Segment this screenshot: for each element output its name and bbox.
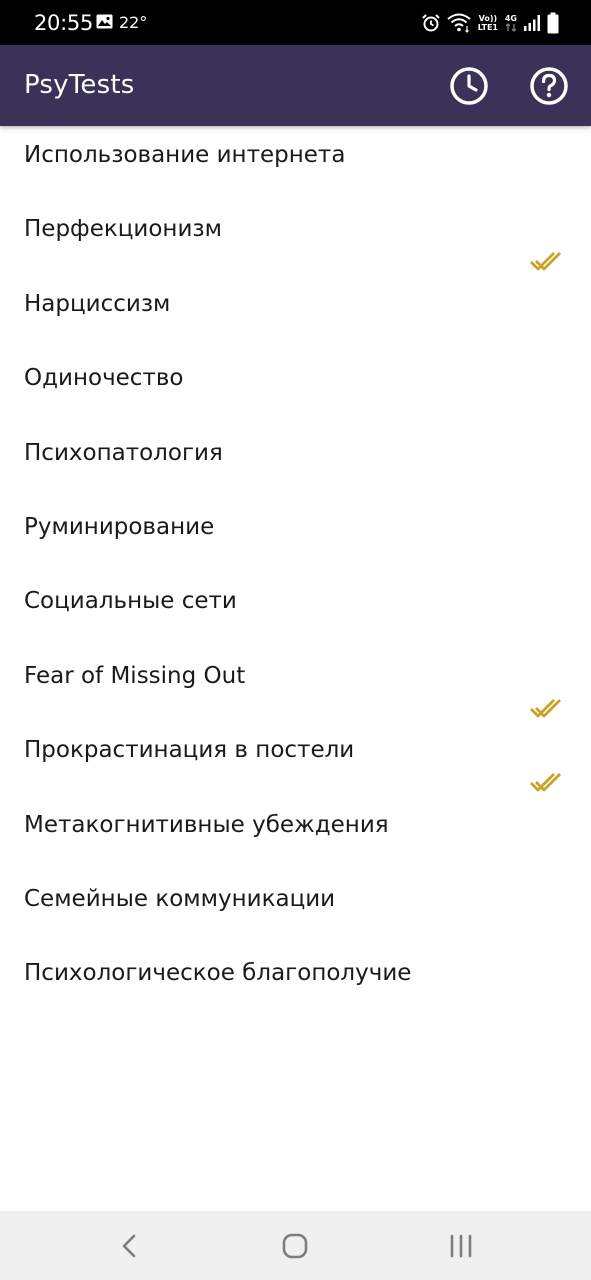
test-item-label: Использование интернета — [24, 142, 346, 168]
battery-icon — [547, 12, 559, 34]
test-list-item[interactable]: Нарциссизм — [0, 275, 591, 349]
test-item-label: Метакогнитивные убеждения — [24, 811, 389, 838]
recents-button[interactable] — [446, 1231, 476, 1261]
done-all-icon — [530, 252, 561, 271]
app-title: PsyTests — [24, 70, 135, 100]
test-list-item[interactable]: Психологическое благополучие — [0, 944, 591, 1018]
done-all-icon — [530, 698, 561, 718]
test-item-label: Одиночество — [24, 365, 184, 392]
test-item-label: Руминирование — [24, 513, 215, 540]
history-icon — [450, 67, 488, 105]
test-list-item[interactable]: Социальные сети — [0, 572, 591, 646]
test-item-label: Психологическое благополучие — [24, 960, 412, 987]
status-time: 20:55 — [34, 11, 94, 35]
home-icon — [282, 1233, 308, 1259]
test-list-item[interactable]: Семейные коммуникации — [0, 870, 591, 944]
test-item-label: Семейные коммуникации — [24, 885, 336, 912]
test-list-item[interactable]: Одиночество — [0, 349, 591, 423]
network-4g-indicator: 4G — [505, 14, 517, 32]
test-list-item[interactable]: Использование интернета — [0, 126, 591, 200]
test-list-item[interactable]: Прокрастинация в постели — [0, 721, 591, 795]
back-icon — [122, 1234, 136, 1258]
help-icon — [530, 67, 568, 105]
test-list-item[interactable]: Руминирование — [0, 498, 591, 572]
navigation-bar — [0, 1211, 591, 1280]
recents-icon — [450, 1234, 472, 1258]
alarm-icon — [422, 14, 440, 32]
app-bar: PsyTests — [0, 45, 591, 126]
test-item-label: Fear of Missing Out — [24, 662, 246, 689]
test-list-item[interactable]: Fear of Missing Out — [0, 647, 591, 721]
history-button[interactable] — [448, 65, 490, 107]
data-arrows-icon — [505, 23, 517, 32]
home-button[interactable] — [280, 1231, 310, 1261]
test-item-label: Психопатология — [24, 439, 223, 466]
signal-icon — [524, 15, 540, 31]
test-item-label: Нарциссизм — [24, 290, 171, 317]
test-list-item[interactable]: Психопатология — [0, 424, 591, 498]
back-button[interactable] — [115, 1231, 145, 1261]
wifi-icon — [447, 13, 471, 33]
volte-indicator: Vo)) LTE1 — [477, 14, 498, 32]
test-item-label: Социальные сети — [24, 588, 237, 615]
status-bar: 20:55 22° Vo)) LTE1 4G — [0, 0, 591, 45]
test-item-label: Перфекционизм — [24, 216, 222, 243]
status-temperature: 22° — [119, 13, 148, 32]
test-list: Использование интернета Перфекционизм Нарц… — [0, 126, 591, 1019]
test-item-label: Прокрастинация в постели — [24, 737, 355, 764]
test-list-item[interactable]: Перфекционизм — [0, 200, 591, 274]
help-button[interactable] — [528, 65, 570, 107]
status-icons: Vo)) LTE1 4G — [421, 11, 559, 35]
test-list-item[interactable]: Метакогнитивные убеждения — [0, 796, 591, 870]
app-screen: 20:55 22° Vo)) LTE1 4G PsyTests Использо… — [0, 0, 591, 1280]
done-all-icon — [530, 773, 561, 792]
gallery-icon — [96, 14, 113, 29]
